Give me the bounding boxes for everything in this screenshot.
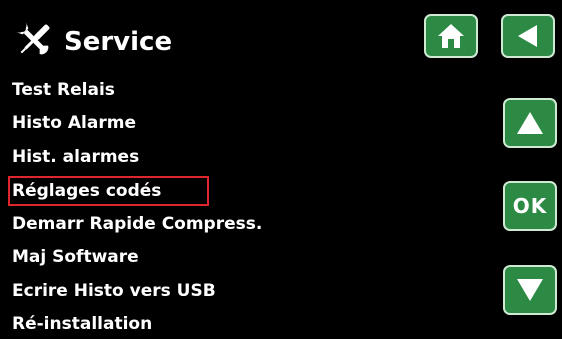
menu-item-histo-alarme[interactable]: Histo Alarme bbox=[10, 108, 136, 138]
back-arrow-icon bbox=[518, 25, 537, 47]
ok-button[interactable]: OK bbox=[503, 181, 557, 231]
up-arrow-icon bbox=[517, 112, 543, 134]
ok-label: OK bbox=[512, 194, 548, 218]
menu-item-reglages-codes[interactable]: Réglages codés bbox=[8, 176, 209, 206]
menu-item-ecrire-histo-usb[interactable]: Ecrire Histo vers USB bbox=[10, 276, 216, 306]
menu-item-maj-software[interactable]: Maj Software bbox=[10, 242, 139, 272]
home-icon bbox=[438, 24, 464, 48]
tools-icon bbox=[16, 22, 50, 55]
header: Service bbox=[0, 0, 562, 72]
scroll-down-button[interactable] bbox=[503, 265, 557, 315]
menu-item-hist-alarmes[interactable]: Hist. alarmes bbox=[10, 142, 139, 172]
back-button[interactable] bbox=[501, 14, 555, 58]
menu-item-demarr-rapide-compress[interactable]: Demarr Rapide Compress. bbox=[10, 209, 262, 239]
down-arrow-icon bbox=[517, 279, 543, 301]
page-title: Service bbox=[64, 27, 173, 57]
home-button[interactable] bbox=[424, 14, 478, 58]
menu-item-re-installation[interactable]: Ré-installation bbox=[10, 309, 152, 339]
menu-item-test-relais[interactable]: Test Relais bbox=[10, 75, 115, 105]
scroll-up-button[interactable] bbox=[503, 98, 557, 148]
